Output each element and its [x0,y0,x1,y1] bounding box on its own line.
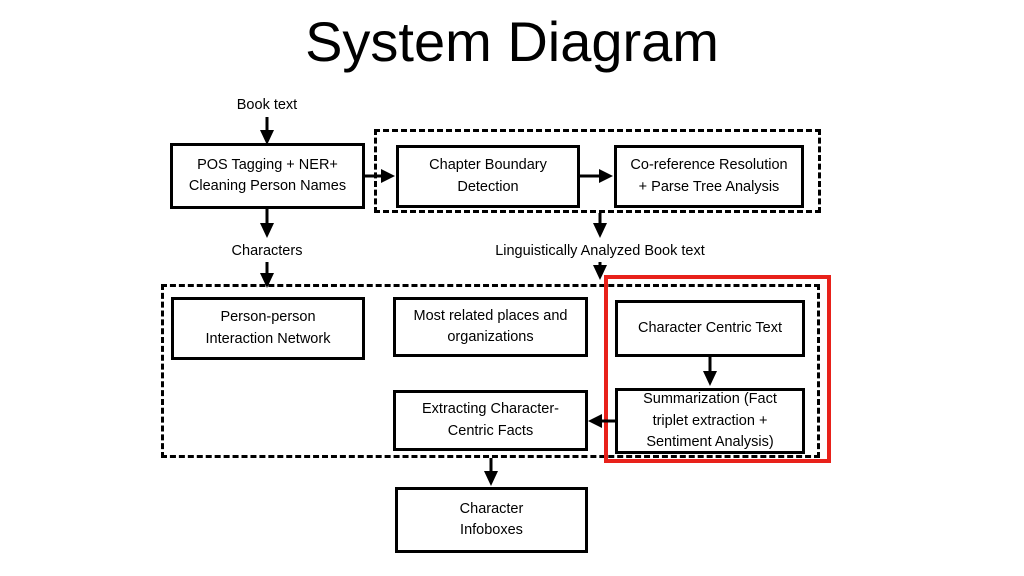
arrow-analysis-group-to-character-infoboxes [484,458,498,486]
arrow-linguistic-label-to-character-centric-text [593,262,607,280]
arrow-summarization-to-extracting-facts [588,414,615,428]
arrow-character-centric-text-to-summarization [703,357,717,386]
arrow-coreference-to-linguistic-label [593,213,607,238]
arrow-characters-to-analysis-group [260,262,274,288]
arrow-pos-to-characters [260,209,274,238]
connector-layer [260,117,717,486]
arrow-chapter-boundary-to-coreference [580,169,613,183]
diagram-canvas: System Diagram Book text Characters Ling… [0,0,1024,576]
arrow-pos-to-chapter-boundary [365,169,395,183]
arrow-booktext-to-pos [260,117,274,145]
